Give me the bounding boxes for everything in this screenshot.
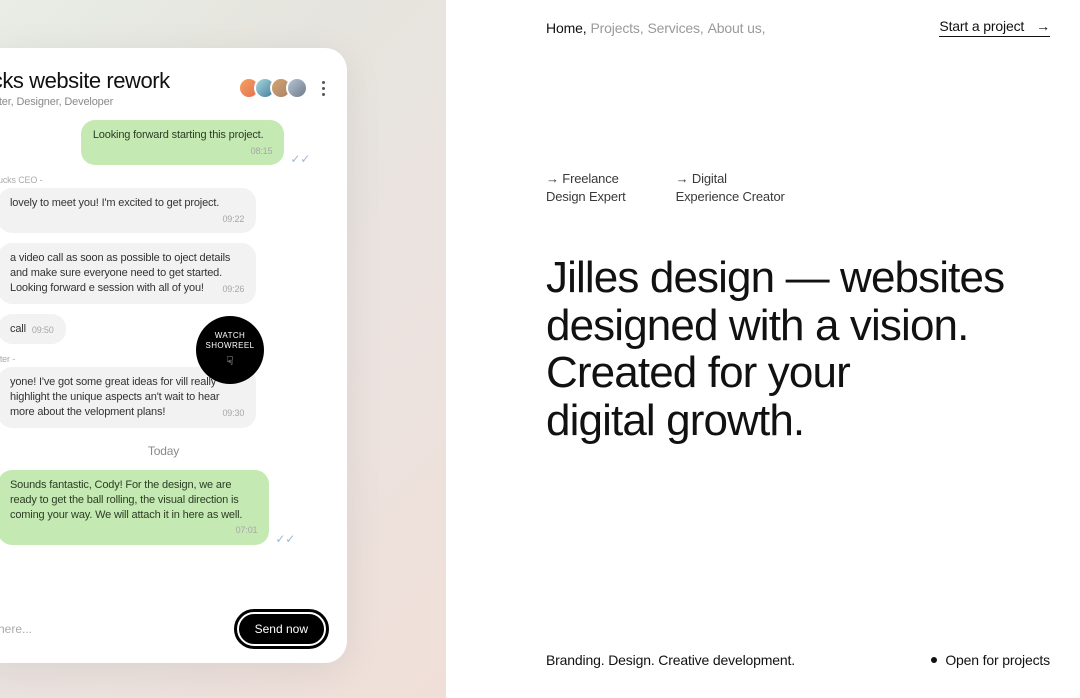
showreel-label: SHOWREEL [206,341,255,351]
headline-line: digital growth. [546,397,1004,445]
message-text: Sounds fantastic, Cody! For the design, … [10,479,242,521]
message-input[interactable] [0,622,224,636]
tag-freelance: → Freelance Design Expert [546,170,626,205]
avatar-stack[interactable] [238,77,308,99]
tag-line: → Freelance [546,170,626,188]
read-receipt-icon: ✓✓ [290,153,310,165]
message-incoming: ucks CEO - lovely to meet you! I'm excit… [0,175,329,233]
message-outgoing: Sounds fantastic, Cody! For the design, … [0,470,269,545]
message-time: 09:26 [216,283,244,295]
pointer-icon: ☟ [226,354,234,370]
nav-home[interactable]: Home, [546,20,586,36]
watch-showreel-button[interactable]: WATCH SHOWREEL ☟ [196,316,264,384]
arrow-right-icon: → [1036,18,1050,34]
message-text: call [10,323,26,335]
chat-input-row: Send now [0,595,347,663]
nav-services[interactable]: Services, [647,20,703,36]
message-time: 09:30 [216,407,244,419]
message-incoming: a video call as soon as possible to ojec… [0,243,329,304]
status-label: Open for projects [945,652,1050,668]
chat-subtitle: ywriter, Designer, Developer [0,96,170,108]
hero-footer: Branding. Design. Creative development. … [546,652,1050,668]
day-separator: Today [0,444,329,458]
nav-projects[interactable]: Projects, [590,20,643,36]
chat-header: ucks website rework ywriter, Designer, D… [0,48,347,120]
message-outgoing: Looking forward starting this project. 0… [81,120,284,165]
message-text: Looking forward starting this project. [93,129,264,141]
avatar[interactable] [286,77,308,99]
open-for-projects: Open for projects [931,652,1050,668]
tag-line: Experience Creator [676,188,785,206]
message-incoming: iter - yone! I've got some great ideas f… [0,354,329,428]
message-time: 08:15 [245,145,273,157]
headline-line: designed with a vision. [546,302,1004,350]
message-time: 07:01 [230,524,258,536]
top-nav: Home, Projects, Services, About us, Star… [446,0,1080,37]
message-time: 09:22 [216,213,244,225]
message-text: lovely to meet you! I'm excited to get p… [10,197,219,209]
nav-links: Home, Projects, Services, About us, [546,20,765,36]
headline-line: Created for your [546,349,1004,397]
tag-digital: → Digital Experience Creator [676,170,785,205]
chat-title: ucks website rework [0,68,170,94]
chat-card: ucks website rework ywriter, Designer, D… [0,48,347,663]
message-sender: iter - [0,354,329,364]
left-panel: ucks website rework ywriter, Designer, D… [0,0,446,698]
start-project-button[interactable]: Start a project → [939,18,1050,37]
more-icon[interactable] [318,77,329,100]
nav-about[interactable]: About us, [708,20,766,36]
hero-tags: → Freelance Design Expert → Digital Expe… [546,170,785,205]
tag-line: → Digital [676,170,785,188]
message-sender: ucks CEO - [0,175,329,185]
tag-line: Design Expert [546,188,626,206]
cta-label: Start a project [939,18,1024,34]
message-incoming: call 09:50 [0,314,329,345]
read-receipt-icon: ✓✓ [275,533,295,545]
message-time: 09:50 [26,324,54,336]
message-text: yone! I've got some great ideas for vill… [10,376,219,418]
status-dot-icon [931,657,937,663]
showreel-label: WATCH [215,331,245,341]
right-panel: Home, Projects, Services, About us, Star… [446,0,1080,698]
message-text: a video call as soon as possible to ojec… [10,252,230,294]
send-button[interactable]: Send now [234,609,329,649]
headline-line: Jilles design — websites [546,254,1004,302]
hero-headline: Jilles design — websites designed with a… [546,254,1004,444]
footer-tagline: Branding. Design. Creative development. [546,652,795,668]
chat-body: Looking forward starting this project. 0… [0,120,347,595]
